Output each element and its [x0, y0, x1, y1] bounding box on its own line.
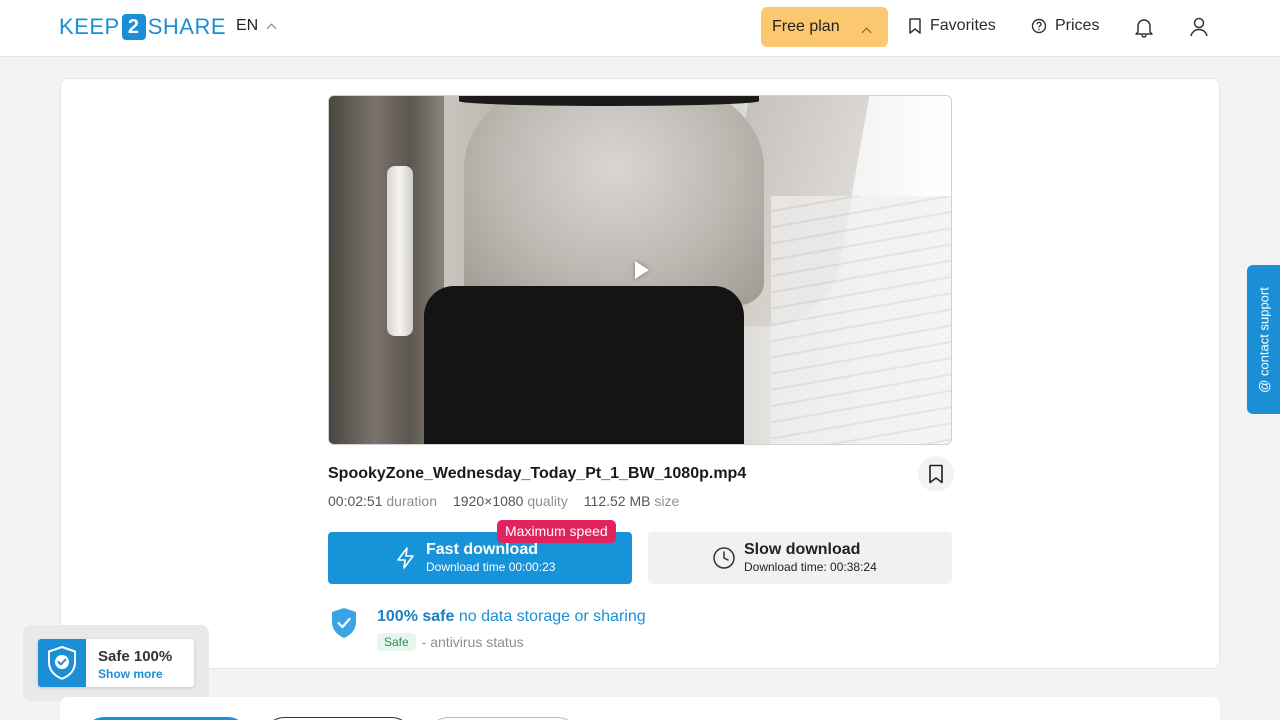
show-more-link[interactable]: Show more: [98, 667, 163, 681]
slow-download-time: Download time: 00:38:24: [744, 560, 877, 574]
clock-icon: [713, 547, 735, 569]
fast-download-text: Fast download Download time 00:00:23: [426, 541, 555, 575]
language-label: EN: [236, 17, 259, 34]
preview-top: [459, 96, 759, 106]
safe-widget-inner: Safe 100% Show more: [38, 639, 194, 687]
meta-quality: 1920×1080 quality: [453, 493, 568, 509]
safety-line: 100% safe no data storage or sharing: [377, 608, 646, 626]
duration-label: duration: [386, 493, 437, 509]
contact-support-label: @ contact support: [1256, 286, 1271, 393]
antivirus-status-text: - antivirus status: [421, 634, 524, 650]
prices-link[interactable]: Prices: [1031, 17, 1099, 35]
fast-download-title: Fast download: [426, 541, 538, 558]
quality-label: quality: [527, 493, 568, 509]
language-selector[interactable]: EN: [236, 17, 277, 35]
fast-download-time: Download time 00:00:23: [426, 560, 556, 574]
chevron-up-icon: [266, 23, 277, 34]
safe-strong-text: 100% safe: [377, 608, 455, 625]
safe-widget[interactable]: Safe 100% Show more: [23, 625, 209, 701]
user-icon: [1190, 17, 1208, 37]
safe-widget-title: Safe 100%: [98, 648, 173, 665]
shield-check-icon: [48, 646, 76, 680]
bookmark-icon: [909, 18, 921, 34]
play-icon[interactable]: [635, 261, 649, 279]
lightning-icon: [397, 547, 414, 569]
antivirus-status: Safe - antivirus status: [377, 633, 524, 651]
slow-download-text: Slow download Download time: 00:38:24: [744, 541, 877, 575]
account-button[interactable]: [1187, 15, 1211, 39]
bell-icon: [1135, 19, 1153, 38]
preview-handle: [387, 166, 413, 336]
logo-text-keep: KEEP: [59, 14, 120, 39]
logo-text-share: SHARE: [147, 14, 226, 39]
chevron-up-icon: [861, 27, 872, 38]
preview-torso: [464, 96, 764, 306]
logo-text-2: 2: [121, 14, 146, 40]
notifications-button[interactable]: [1132, 15, 1156, 39]
meta-size: 112.52 MB size: [584, 493, 679, 509]
safe-rest-text: no data storage or sharing: [458, 608, 646, 625]
prices-label: Prices: [1055, 17, 1100, 34]
maximum-speed-badge: Maximum speed: [497, 520, 616, 543]
favorites-link[interactable]: Favorites: [908, 17, 996, 35]
site-logo[interactable]: KEEP 2 SHARE: [59, 14, 226, 40]
contact-support-tab[interactable]: @ contact support: [1247, 265, 1280, 414]
tabs-card: [60, 697, 1220, 720]
meta-duration: 00:02:51 duration: [328, 493, 437, 509]
preview-pants: [424, 286, 744, 444]
safe-widget-shield: [38, 639, 86, 687]
slow-download-button[interactable]: Slow download Download time: 00:38:24: [648, 532, 952, 584]
duration-value: 00:02:51: [328, 493, 383, 509]
add-to-favorites-button[interactable]: [918, 456, 954, 492]
favorites-label: Favorites: [930, 17, 996, 34]
file-meta: 00:02:51 duration 1920×1080 quality 112.…: [328, 493, 679, 509]
size-value: 112.52 MB: [583, 493, 651, 509]
top-header: KEEP 2 SHARE EN Free plan Favorites Pric…: [0, 0, 1280, 57]
shield-check-icon: [332, 608, 356, 638]
bookmark-icon: [929, 464, 943, 484]
free-plan-button[interactable]: Free plan: [761, 7, 888, 47]
slow-download-title: Slow download: [744, 541, 861, 558]
plan-label: Free plan: [772, 18, 840, 35]
quality-value: 1920×1080: [452, 493, 524, 509]
safe-status-badge: Safe: [377, 633, 416, 651]
preview-stairs: [771, 196, 951, 444]
video-preview[interactable]: [328, 95, 952, 445]
size-label: size: [654, 493, 680, 509]
file-name: SpookyZone_Wednesday_Today_Pt_1_BW_1080p…: [328, 465, 747, 482]
help-circle-icon: [1031, 18, 1047, 34]
